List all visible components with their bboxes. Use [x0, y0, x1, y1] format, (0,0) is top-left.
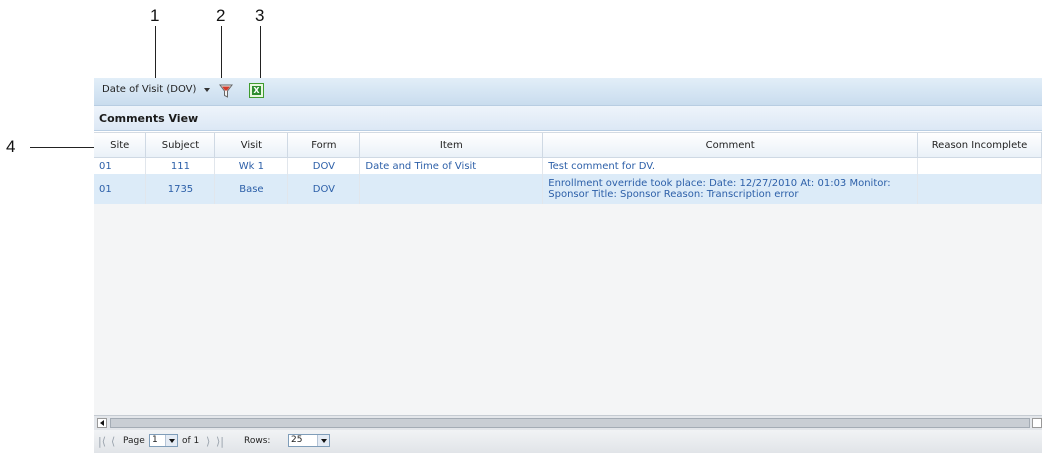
column-header-subject[interactable]: Subject — [145, 133, 216, 158]
callout-1: 1 — [150, 6, 160, 25]
first-page-icon[interactable]: |⟨ — [98, 435, 106, 448]
callout-2-line — [221, 26, 222, 83]
cell-site: 01 — [94, 174, 147, 204]
chevron-down-icon[interactable] — [204, 88, 210, 92]
previous-page-icon[interactable]: ⟨ — [111, 435, 115, 448]
scroll-right-icon[interactable] — [1032, 418, 1042, 428]
column-header-comment[interactable]: Comment — [542, 133, 919, 158]
scroll-left-icon[interactable] — [97, 418, 107, 428]
cell-subject: 1735 — [145, 174, 216, 204]
table-row[interactable]: 01 111 Wk 1 DOV Date and Time of Visit T… — [94, 157, 1042, 174]
view-selector-dropdown[interactable]: Date of Visit (DOV) — [102, 84, 196, 95]
column-header-visit[interactable]: Visit — [214, 133, 289, 158]
cell-site: 01 — [94, 157, 147, 174]
page-label: Page — [123, 436, 145, 446]
table-header-row: Site Subject Visit Form Item Comment Rea… — [94, 133, 1042, 158]
cell-form: DOV — [287, 157, 361, 174]
chevron-down-icon[interactable] — [165, 435, 177, 446]
cell-form: DOV — [287, 174, 361, 204]
horizontal-scrollbar[interactable] — [94, 415, 1042, 430]
toolbar: Date of Visit (DOV) X — [94, 78, 1042, 106]
cell-reason-incomplete — [917, 174, 1042, 204]
table-row[interactable]: 01 1735 Base DOV Enrollment override too… — [94, 174, 1042, 204]
page-number-value: 1 — [152, 435, 158, 445]
column-header-site[interactable]: Site — [94, 133, 147, 158]
page-count-label: of 1 — [182, 436, 200, 446]
callout-4-line — [30, 147, 94, 148]
next-page-icon[interactable]: ⟩ — [206, 435, 210, 448]
callout-4: 4 — [6, 137, 16, 156]
page-number-select[interactable]: 1 — [149, 434, 178, 447]
comments-panel: Date of Visit (DOV) X Comments View Site… — [94, 78, 1042, 453]
cell-visit: Wk 1 — [214, 157, 289, 174]
rows-per-page-select[interactable]: 25 — [288, 434, 330, 447]
cell-subject: 111 — [145, 157, 216, 174]
cell-item: Date and Time of Visit — [359, 157, 544, 174]
excel-export-icon[interactable]: X — [249, 83, 264, 98]
cell-item — [359, 174, 544, 204]
rows-label: Rows: — [244, 436, 271, 446]
comments-grid: Site Subject Visit Form Item Comment Rea… — [94, 132, 1042, 416]
cell-comment: Enrollment override took place: Date: 12… — [542, 174, 919, 204]
filter-icon[interactable] — [219, 83, 233, 99]
view-title: Comments View — [94, 106, 1042, 131]
callout-3-line — [260, 26, 261, 83]
column-header-form[interactable]: Form — [287, 133, 361, 158]
column-header-reason-incomplete[interactable]: Reason Incomplete — [917, 133, 1042, 158]
last-page-icon[interactable]: ⟩| — [216, 435, 224, 448]
cell-reason-incomplete — [917, 157, 1042, 174]
cell-comment: Test comment for DV. — [542, 157, 919, 174]
cell-visit: Base — [214, 174, 289, 204]
chevron-down-icon[interactable] — [317, 435, 329, 446]
column-header-item[interactable]: Item — [359, 133, 544, 158]
rows-per-page-value: 25 — [291, 435, 303, 445]
callout-2: 2 — [216, 6, 226, 25]
callout-3: 3 — [255, 6, 265, 25]
scrollbar-thumb[interactable] — [110, 418, 1030, 428]
comments-table: Site Subject Visit Form Item Comment Rea… — [94, 133, 1042, 204]
pager: |⟨ ⟨ Page 1 of 1 ⟩ ⟩| Rows: 25 — [94, 430, 1042, 453]
